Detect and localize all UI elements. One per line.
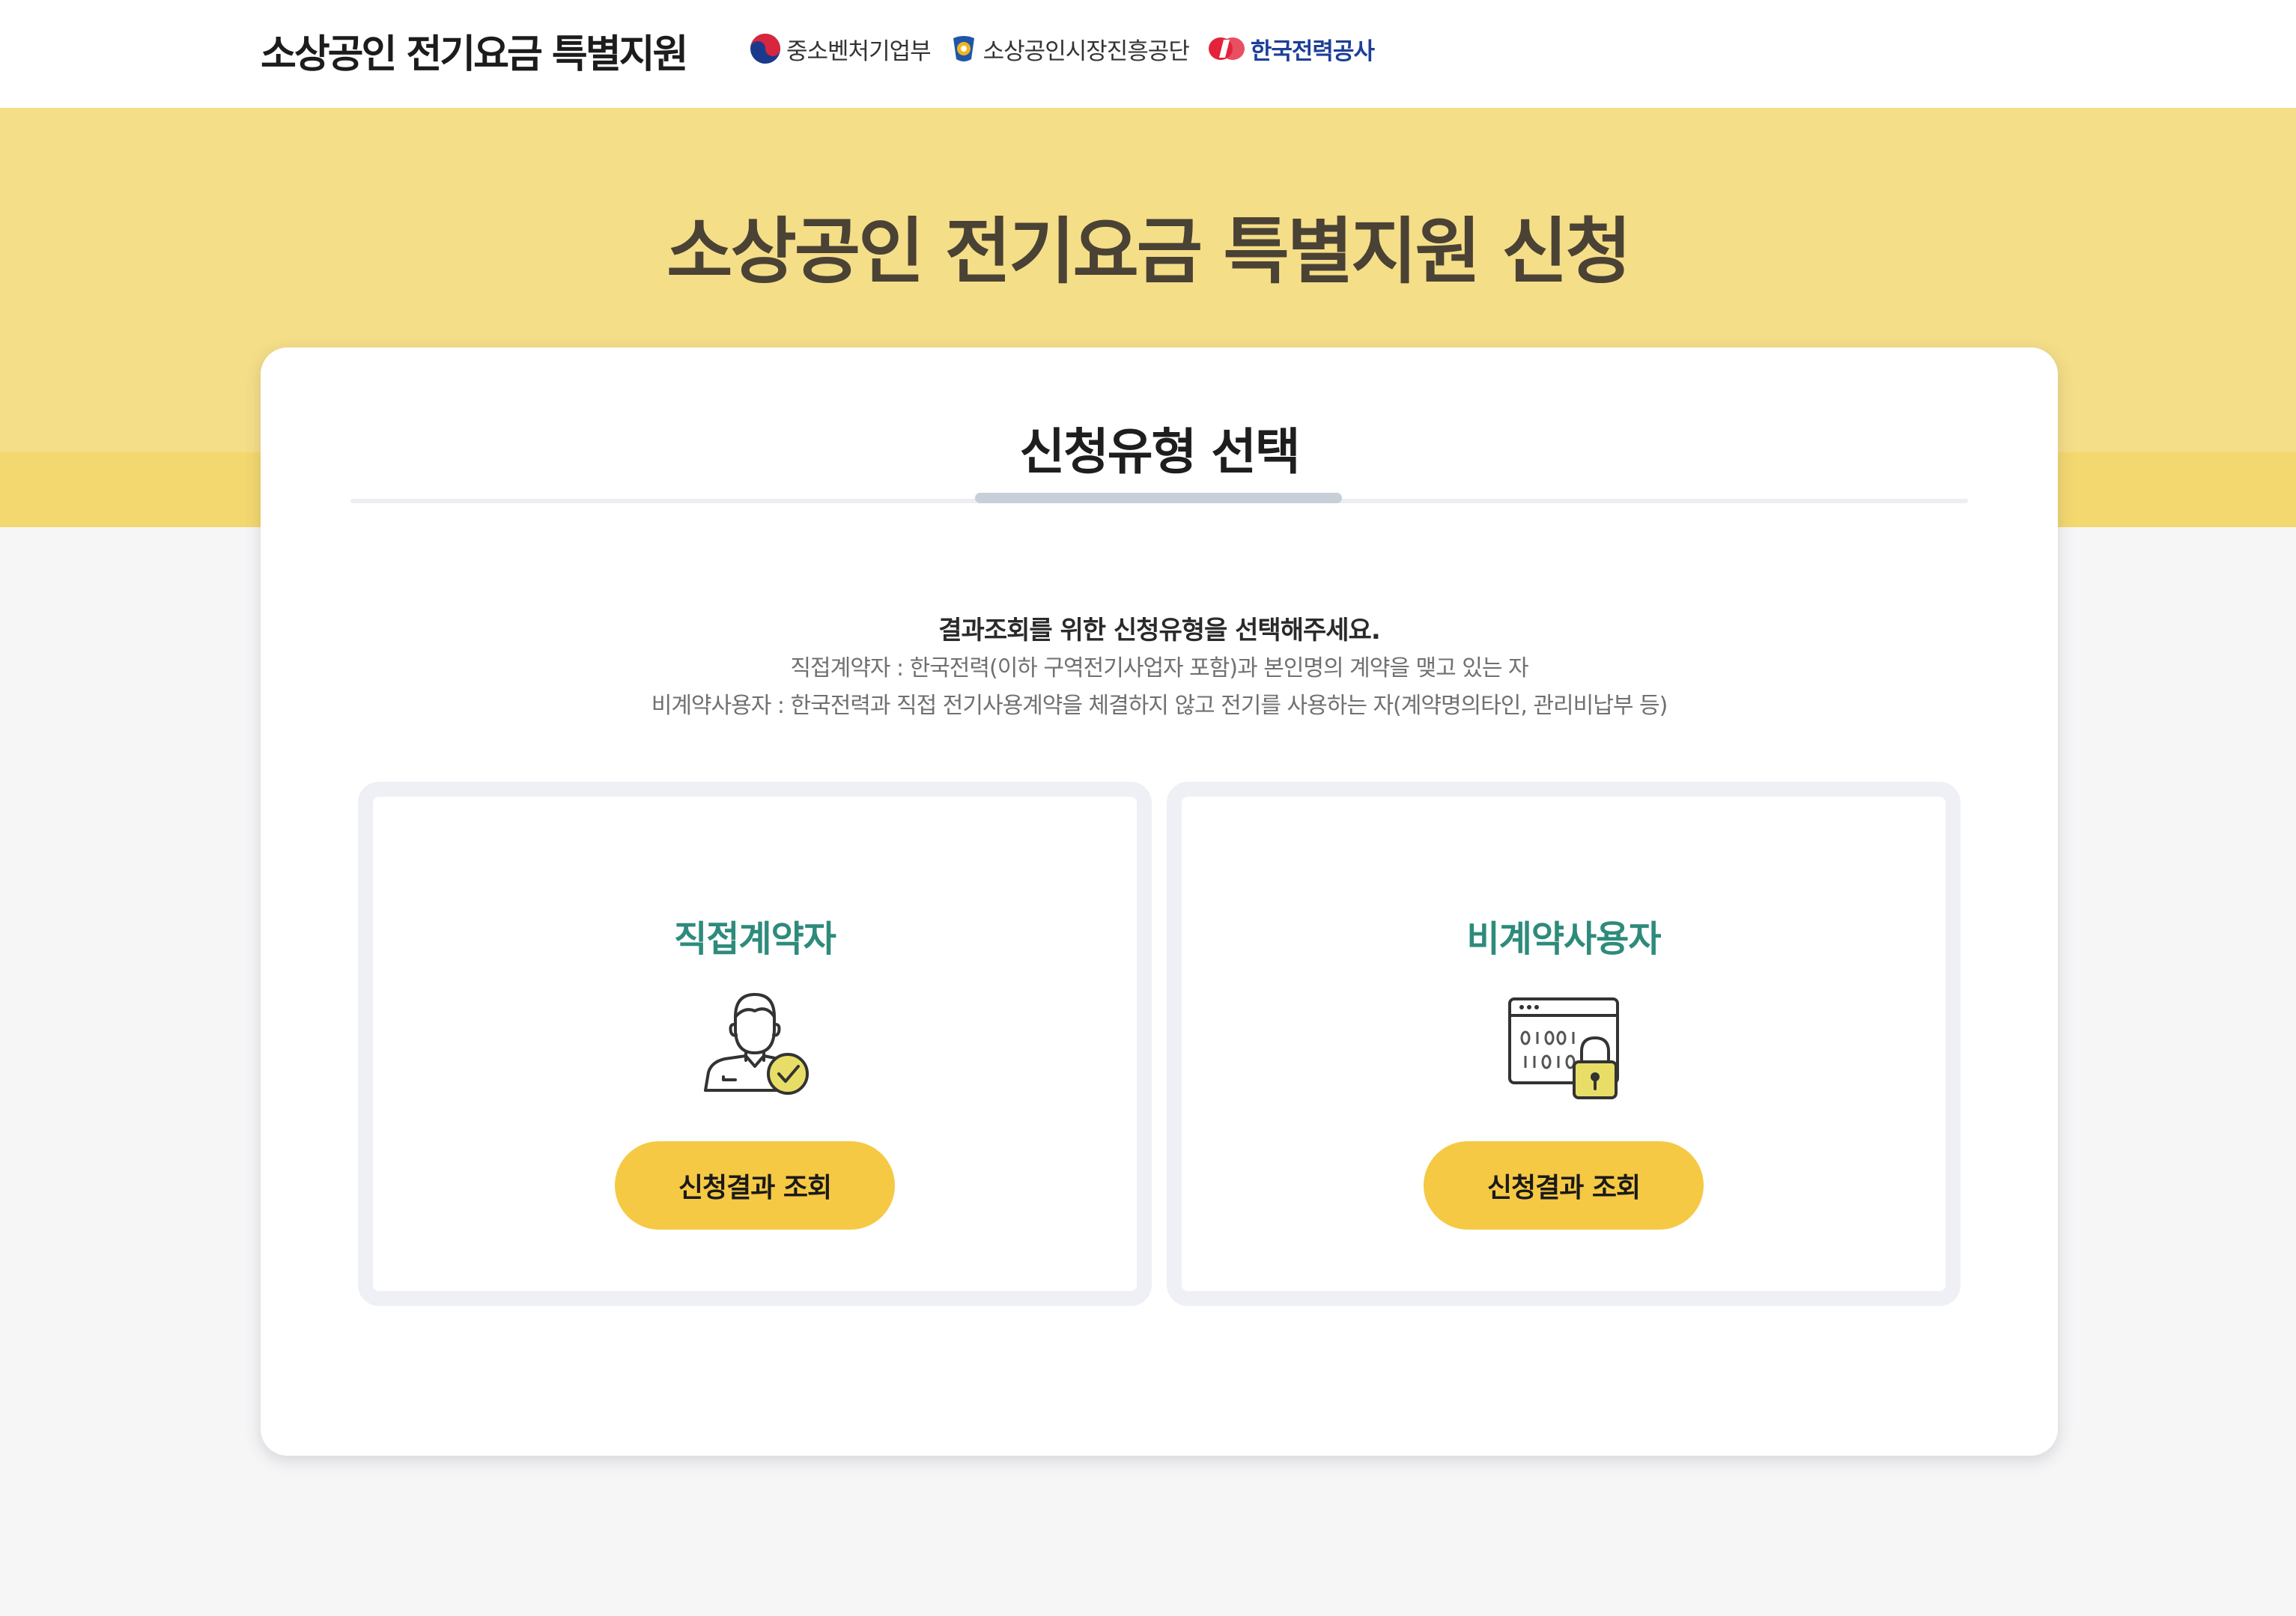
intro-line-noncontract: 비계약사용자 : 한국전력과 직접 전기사용계약을 체결하지 않고 전기를 사용… [651, 693, 1668, 719]
intro-text: 결과조회를 위한 신청유형을 선택해주세요. 직접계약자 : 한국전력(이하 구… [261, 611, 2058, 725]
binary-lock-icon [1508, 997, 1619, 1099]
card-title: 신청유형 선택 [1019, 423, 1300, 481]
partner-mss-name: 중소벤처기업부 [786, 37, 932, 65]
check-result-button-noncontract[interactable]: 신청결과 조회 [1424, 1141, 1704, 1230]
semas-logo-icon [953, 36, 974, 61]
partner-kepco-name: 한국전력공사 [1250, 37, 1375, 65]
partner-mss[interactable]: 중소벤처기업부 [749, 32, 932, 66]
site-logo[interactable]: 소상공인 전기요금 특별지원 [261, 22, 688, 79]
option-title: 직접계약자 [674, 918, 836, 960]
option-title: 비계약사용자 [1466, 918, 1662, 960]
taegeuk-emblem-icon [750, 34, 780, 64]
intro-heading: 결과조회를 위한 신청유형을 선택해주세요. [938, 616, 1380, 646]
site-header: 소상공인 전기요금 특별지원 중소벤처기업부 소상공인시장진흥공단 한국전력공사 [0, 0, 2296, 108]
option-direct-contractor[interactable]: 직접계약자 신청결과 조회 [358, 782, 1152, 1306]
partner-logos: 중소벤처기업부 소상공인시장진흥공단 한국전력공사 [749, 30, 1392, 67]
selection-card: 신청유형 선택 결과조회를 위한 신청유형을 선택해주세요. 직접계약자 : 한… [261, 347, 2058, 1456]
title-underline [975, 493, 1342, 503]
partner-semas-name: 소상공인시장진흥공단 [983, 37, 1190, 65]
kepco-logo-icon [1208, 37, 1245, 60]
intro-line-direct: 직접계약자 : 한국전력(이하 구역전기사업자 포함)과 본인명의 계약을 맺고… [790, 655, 1528, 681]
partner-semas[interactable]: 소상공인시장진흥공단 [949, 32, 1190, 66]
partner-kepco[interactable]: 한국전력공사 [1207, 32, 1375, 66]
option-non-contract-user[interactable]: 비계약사용자 신청결과 조회 [1167, 782, 1961, 1306]
check-result-button-direct[interactable]: 신청결과 조회 [615, 1141, 895, 1230]
page-title: 소상공인 전기요금 특별지원 신청 [666, 210, 1632, 294]
user-check-icon [704, 993, 809, 1095]
